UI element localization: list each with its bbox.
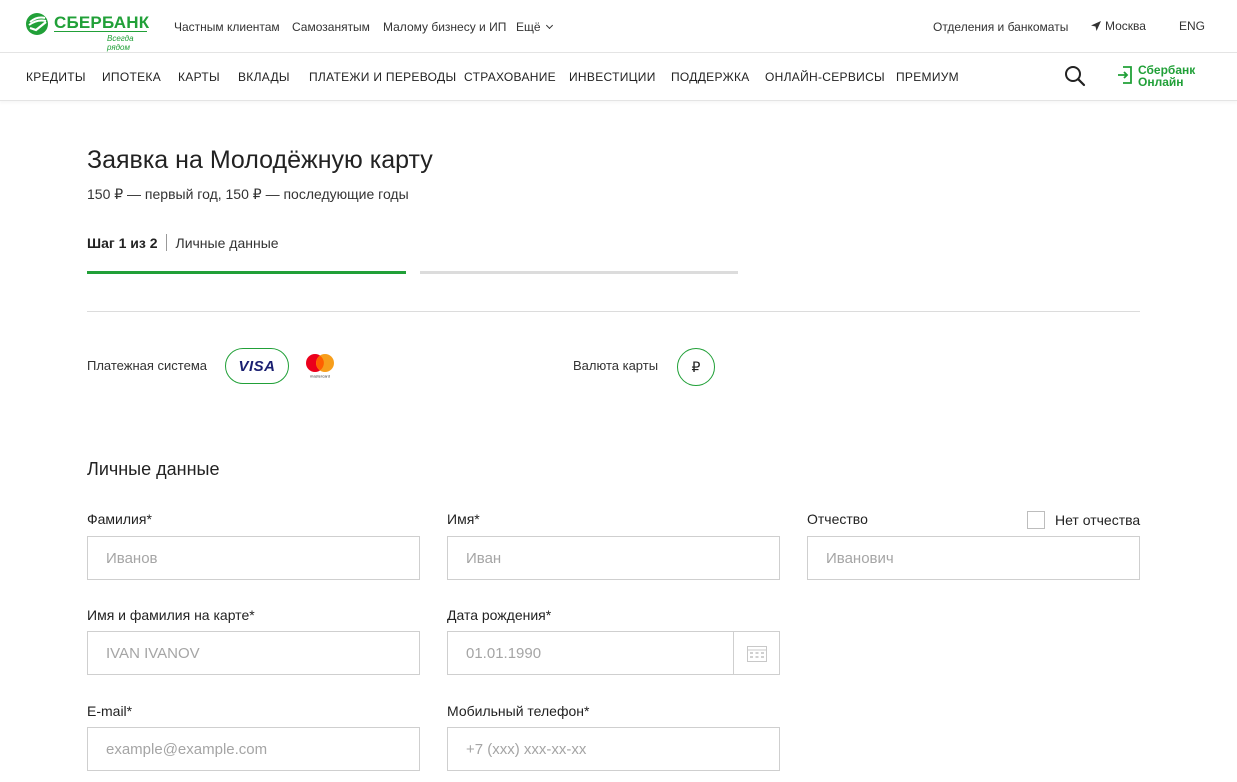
page-title: Заявка на Молодёжную карту — [87, 146, 433, 174]
calendar-button[interactable] — [733, 632, 779, 674]
phone-label: Мобильный телефон* — [447, 703, 590, 719]
section-title: Личные данные — [87, 459, 220, 479]
phone-field-box — [447, 727, 780, 771]
patronymic-label: Отчество — [807, 511, 868, 527]
topnav-more[interactable]: Ещё — [516, 20, 553, 34]
location-arrow-icon — [1091, 21, 1101, 31]
calendar-icon — [746, 646, 767, 662]
topnav-small-business[interactable]: Малому бизнесу и ИП — [383, 20, 506, 34]
city-selector[interactable]: Москва — [1091, 19, 1146, 33]
no-patronymic-label[interactable]: Нет отчества — [1055, 512, 1140, 528]
card-name-field-box — [87, 631, 420, 675]
progress-step-1 — [87, 271, 406, 274]
main-nav: КРЕДИТЫ ИПОТЕКА КАРТЫ ВКЛАДЫ ПЛАТЕЖИ И П… — [0, 53, 1237, 101]
nav-premium[interactable]: ПРЕМИУМ — [896, 70, 959, 84]
lang-switch[interactable]: ENG — [1179, 19, 1205, 33]
payment-system-label: Платежная система — [87, 358, 207, 373]
sberbank-online-button[interactable]: Сбербанк Онлайн — [1117, 63, 1207, 91]
divider — [87, 311, 1140, 312]
patronymic-field-box — [807, 536, 1140, 580]
birthdate-input[interactable] — [448, 632, 734, 674]
step-divider — [165, 234, 167, 251]
currency-rub-option[interactable]: ₽ — [677, 348, 715, 386]
visa-logo: VISA — [238, 357, 276, 375]
nav-deposits[interactable]: ВКЛАДЫ — [238, 70, 290, 84]
mastercard-option[interactable]: mastercard — [304, 353, 336, 379]
step-name: Личные данные — [175, 235, 279, 251]
logo-slogan: Всегда рядом — [107, 34, 134, 52]
phone-input[interactable] — [448, 728, 779, 770]
surname-label: Фамилия* — [87, 511, 152, 527]
name-input[interactable] — [448, 537, 779, 579]
sberbank-logo[interactable]: СБЕРБАНК Всегда рядом — [25, 10, 150, 52]
nav-credits[interactable]: КРЕДИТЫ — [26, 70, 86, 84]
surname-field-box — [87, 536, 420, 580]
patronymic-input[interactable] — [808, 537, 1139, 579]
visa-option[interactable]: VISA — [225, 348, 289, 384]
surname-input[interactable] — [88, 537, 419, 579]
topnav-self-employed[interactable]: Самозанятым — [292, 20, 370, 34]
card-name-label: Имя и фамилия на карте* — [87, 607, 255, 623]
nav-mortgage[interactable]: ИПОТЕКА — [102, 70, 161, 84]
step-indicator: Шаг 1 из 2 Личные данные — [87, 234, 279, 251]
nav-payments[interactable]: ПЛАТЕЖИ И ПЕРЕВОДЫ — [309, 70, 456, 84]
birthdate-label: Дата рождения* — [447, 607, 552, 623]
no-patronymic-checkbox[interactable] — [1027, 511, 1045, 529]
logo-underline — [54, 31, 147, 32]
sberbank-online-label: Сбербанк Онлайн — [1138, 63, 1196, 89]
card-name-input[interactable] — [88, 632, 419, 674]
progress-step-2 — [420, 271, 738, 274]
step-number: Шаг 1 из 2 — [87, 235, 158, 251]
nav-insurance[interactable]: СТРАХОВАНИЕ — [464, 70, 556, 84]
email-label: E-mail* — [87, 703, 133, 719]
mastercard-wordmark: mastercard — [310, 374, 330, 379]
sberbank-logo-icon — [26, 13, 48, 35]
search-icon[interactable] — [1064, 65, 1086, 87]
birthdate-field-box — [447, 631, 780, 675]
nav-online-services[interactable]: ОНЛАЙН-СЕРВИСЫ — [765, 70, 885, 84]
nav-cards[interactable]: КАРТЫ — [178, 70, 220, 84]
ruble-icon: ₽ — [691, 358, 701, 375]
top-bar: СБЕРБАНК Всегда рядом Частным клиентам С… — [0, 0, 1237, 53]
email-input[interactable] — [88, 728, 419, 770]
chevron-down-icon — [545, 21, 553, 30]
name-field-box — [447, 536, 780, 580]
topnav-private[interactable]: Частным клиентам — [174, 20, 280, 34]
nav-investments[interactable]: ИНВЕСТИЦИИ — [569, 70, 656, 84]
currency-label: Валюта карты — [573, 358, 659, 373]
name-label: Имя* — [447, 511, 480, 527]
logo-text: СБЕРБАНК — [54, 13, 150, 32]
login-icon — [1118, 66, 1132, 84]
topnav-branches[interactable]: Отделения и банкоматы — [933, 20, 1068, 34]
email-field-box — [87, 727, 420, 771]
page-subtitle: 150 ₽ — первый год, 150 ₽ — последующие … — [87, 186, 409, 202]
nav-support[interactable]: ПОДДЕРЖКА — [671, 70, 750, 84]
